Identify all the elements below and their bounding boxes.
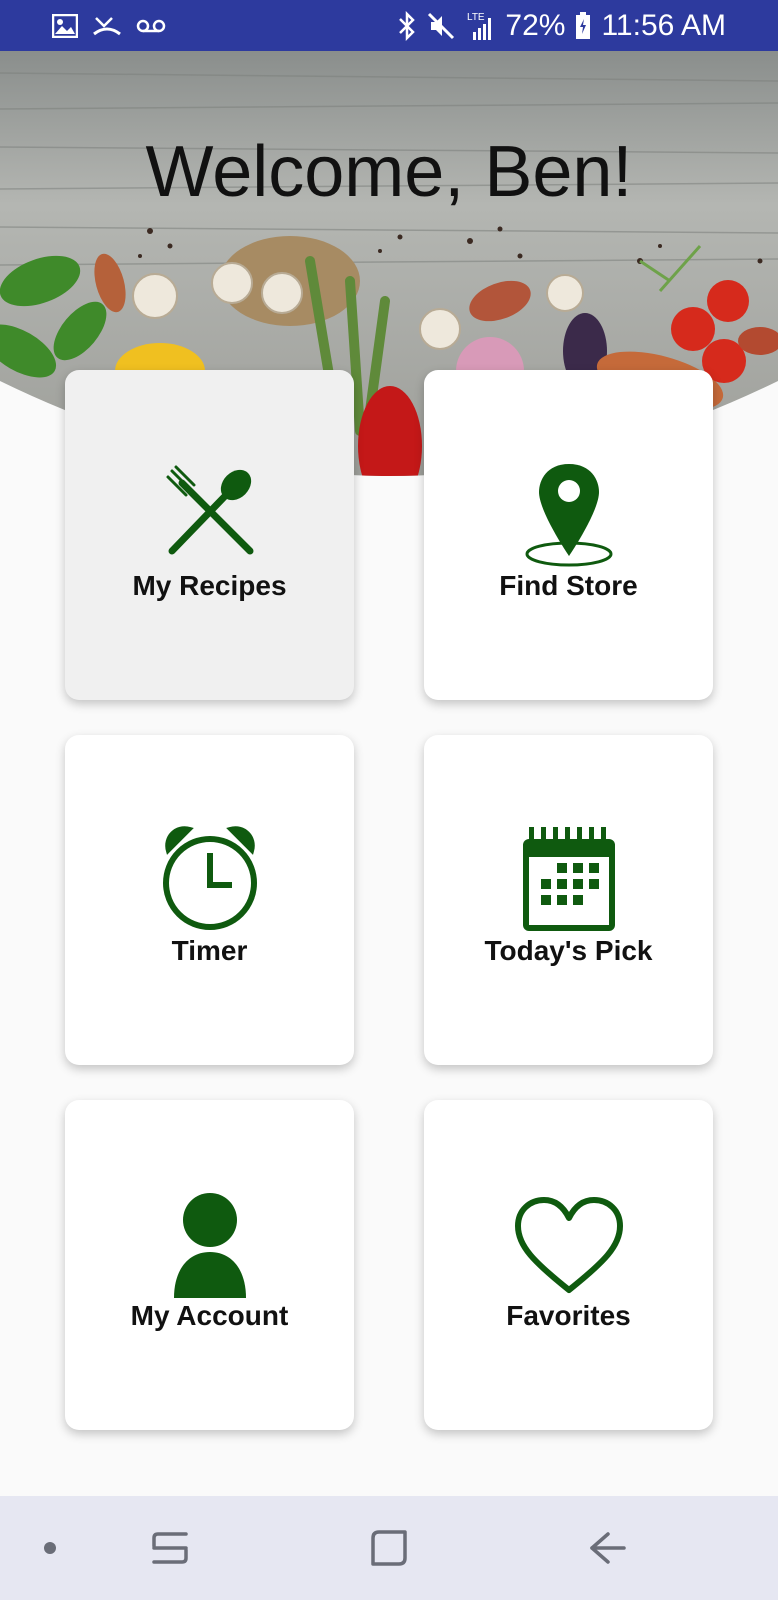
person-icon [65,1192,354,1300]
missed-call-icon [92,14,122,38]
status-time: 11:56 AM [601,8,726,42]
voicemail-icon [136,17,166,35]
tile-find-store[interactable]: Find Store [424,370,713,700]
tile-label: Today's Pick [484,935,653,966]
heart-icon [424,1196,713,1296]
tile-todays-pick[interactable]: Today's Pick [424,735,713,1065]
battery-icon [575,11,591,40]
tile-timer[interactable]: Timer [65,735,354,1065]
alarm-clock-icon [65,823,354,935]
tile-label: Favorites [506,1300,631,1331]
tile-my-recipes[interactable]: My Recipes [65,370,354,700]
lte-signal-icon: LTE [465,10,495,42]
tile-label: Find Store [499,570,638,601]
map-pin-icon [424,460,713,568]
status-bar: LTE 72% 11:56 AM [0,0,778,51]
mute-icon [427,12,455,40]
network-label: LTE [467,12,485,23]
recents-icon[interactable] [140,1496,200,1600]
tile-label: My Recipes [132,570,287,601]
home-icon[interactable] [359,1496,419,1600]
tile-my-account[interactable]: My Account [65,1100,354,1430]
tile-favorites[interactable]: Favorites [424,1100,713,1430]
battery-percent: 72% [505,8,566,42]
bluetooth-icon [397,10,417,41]
tile-label: Timer [171,935,248,966]
navigation-bar [0,1496,778,1600]
dot-icon[interactable] [30,1496,70,1600]
welcome-heading: Welcome, Ben! [145,132,633,212]
image-icon [52,13,78,38]
tile-label: My Account [130,1300,289,1331]
status-right-icons: LTE 72% 11:56 AM [397,9,726,43]
calendar-icon [424,825,713,935]
back-icon[interactable] [578,1496,638,1600]
status-left-icons [52,13,166,38]
fork-spoon-icon [65,465,354,557]
